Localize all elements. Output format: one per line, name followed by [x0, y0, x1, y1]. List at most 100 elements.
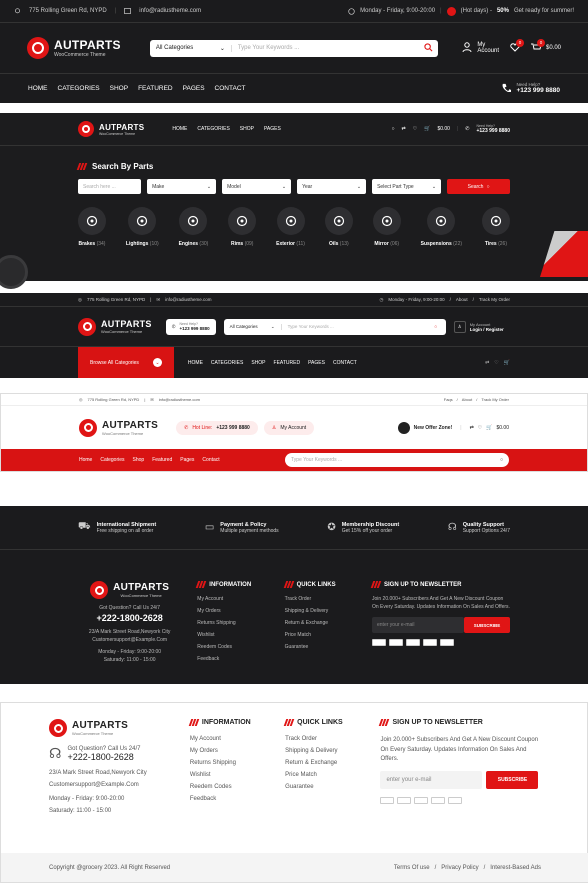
search-input[interactable]: Type Your Keywords ... — [282, 324, 426, 329]
quick-link[interactable]: Shipping & Delivery — [285, 608, 356, 614]
nav-pages[interactable]: PAGES — [264, 126, 281, 132]
search-button[interactable]: ○ — [426, 324, 446, 329]
quick-link[interactable]: Price Match — [285, 632, 356, 638]
about-link[interactable]: About — [462, 397, 472, 402]
search-input[interactable]: Type Your Keywords ... ○ — [285, 453, 509, 467]
quick-link[interactable]: Track Order — [285, 736, 360, 742]
phone-number[interactable]: +123 999 8880 — [516, 87, 560, 94]
nav-categories[interactable]: CATEGORIES — [58, 85, 100, 92]
cart-icon[interactable]: 🛒 — [504, 360, 510, 366]
faqs-link[interactable]: Faqs — [444, 397, 453, 402]
make-select[interactable]: Make ⌄ — [147, 179, 217, 194]
logo[interactable]: AUTPARTS WooCommerce Theme — [78, 317, 152, 336]
track-order-link[interactable]: Track My Order — [479, 297, 510, 302]
privacy-link[interactable]: Privacy Policy — [441, 865, 478, 871]
info-link[interactable]: Feedback — [197, 656, 268, 662]
quick-link[interactable]: Return & Exchange — [285, 620, 356, 626]
nav-pages[interactable]: PAGES — [308, 360, 325, 366]
year-select[interactable]: Year ⌄ — [297, 179, 367, 194]
logo[interactable]: AUTPARTS WooCommerce Theme — [49, 719, 170, 737]
logo[interactable]: AUTPARTS WooCommerce Theme — [27, 37, 121, 59]
newsletter-email-input[interactable]: enter your e-mail — [372, 617, 464, 633]
nav-categories[interactable]: Categories — [100, 457, 124, 463]
wishlist-icon[interactable]: 0 — [510, 38, 524, 54]
nav-featured[interactable]: FEATURED — [274, 360, 301, 366]
nav-home[interactable]: HOME — [188, 360, 203, 366]
offer-zone-link[interactable]: New Offer Zone! — [414, 425, 453, 431]
terms-link[interactable]: Terms Of use — [394, 865, 430, 871]
part-type-select[interactable]: Select Part Type ⌄ — [372, 179, 442, 194]
subscribe-button[interactable]: SUBSCRIBE — [486, 770, 539, 789]
email-link[interactable]: Customersupport@Example.Com — [49, 782, 170, 788]
info-link[interactable]: Wishlist — [197, 632, 268, 638]
subscribe-button[interactable]: SUBSCRIBE — [464, 617, 510, 633]
nav-featured[interactable]: Featured — [152, 457, 172, 463]
newsletter-email-input[interactable]: enter your e-mail — [380, 770, 483, 789]
category-select[interactable]: All Categories ⌄ — [224, 323, 282, 330]
help-box[interactable]: ✆ Need Help? +123 999 8880 — [165, 318, 216, 335]
parts-search-button[interactable]: Search ○ — [447, 179, 511, 194]
nav-pages[interactable]: PAGES — [183, 85, 205, 92]
compare-icon[interactable]: ⇄ — [470, 425, 474, 431]
phone-number[interactable]: +123 999 8880 — [476, 128, 510, 134]
nav-shop[interactable]: SHOP — [251, 360, 265, 366]
model-select[interactable]: Model ⌄ — [222, 179, 292, 194]
quick-link[interactable]: Return & Exchange — [285, 760, 360, 766]
category-item[interactable]: Tires (26) — [481, 207, 510, 247]
account-pill[interactable]: ♙ My Account — [263, 420, 315, 435]
info-link[interactable]: Feedback — [190, 796, 265, 802]
info-link[interactable]: My Orders — [190, 748, 265, 754]
footer-phone[interactable]: +222-1800-2628 — [67, 752, 140, 762]
category-item[interactable]: Exterior (11) — [276, 207, 305, 247]
cart-icon[interactable]: 0 — [530, 38, 545, 54]
parts-search-input[interactable]: Search here ... — [78, 179, 142, 194]
interest-ads-link[interactable]: Interest-Based Ads — [490, 865, 541, 871]
info-link[interactable]: My Orders — [197, 608, 268, 614]
search-input[interactable]: Type Your Keywords ... — [232, 45, 418, 51]
nav-home[interactable]: HOME — [28, 85, 48, 92]
search-icon[interactable]: ○ — [392, 126, 395, 132]
user-icon[interactable]: ♙ — [453, 320, 466, 333]
browse-categories-button[interactable]: Browse All Categories ⌄ — [78, 347, 174, 378]
nav-contact[interactable]: CONTACT — [333, 360, 357, 366]
nav-contact[interactable]: CONTACT — [215, 85, 246, 92]
email-link[interactable]: info@radiustheme.com — [159, 397, 200, 402]
category-item[interactable]: Oils (13) — [324, 207, 353, 247]
nav-shop[interactable]: SHOP — [240, 126, 254, 132]
category-item[interactable]: Engines (30) — [179, 207, 208, 247]
quick-link[interactable]: Price Match — [285, 772, 360, 778]
info-link[interactable]: Reedem Codes — [197, 644, 268, 650]
about-link[interactable]: About — [456, 297, 468, 302]
nav-pages[interactable]: Pages — [180, 457, 194, 463]
email-link[interactable]: Customersupport@Example.Com — [78, 637, 181, 643]
quick-link[interactable]: Guarantee — [285, 784, 360, 790]
nav-featured[interactable]: FEATURED — [138, 85, 173, 92]
email-link[interactable]: info@radiustheme.com — [165, 297, 211, 302]
nav-home[interactable]: Home — [79, 457, 92, 463]
hotline-pill[interactable]: ✆ Hot Line: +123 999 8880 — [176, 420, 258, 435]
search-button[interactable] — [418, 42, 438, 54]
compare-icon[interactable]: ⇄ — [402, 126, 406, 132]
wishlist-icon[interactable]: ♡ — [478, 425, 482, 431]
category-item[interactable]: Rims (09) — [228, 207, 257, 247]
nav-categories[interactable]: CATEGORIES — [211, 360, 243, 366]
info-link[interactable]: Returns Shipping — [190, 760, 265, 766]
track-order-link[interactable]: Track My Order — [481, 397, 509, 402]
email-link[interactable]: info@radiustheme.com — [139, 8, 201, 14]
account-link[interactable]: My Account — [477, 42, 499, 54]
nav-shop[interactable]: SHOP — [110, 85, 128, 92]
info-link[interactable]: My Account — [197, 596, 268, 602]
footer-phone[interactable]: +222-1800-2628 — [78, 613, 181, 623]
nav-shop[interactable]: Shop — [133, 457, 145, 463]
logo[interactable]: AUTPARTS WooCommerce Theme — [78, 581, 181, 599]
nav-categories[interactable]: CATEGORIES — [197, 126, 229, 132]
category-select[interactable]: All Categories ⌄ — [150, 44, 232, 52]
login-register-link[interactable]: Login / Register — [470, 327, 504, 332]
quick-link[interactable]: Track Order — [285, 596, 356, 602]
nav-contact[interactable]: Contact — [202, 457, 219, 463]
category-item[interactable]: Lightings (10) — [126, 207, 159, 247]
cart-icon[interactable]: 🛒 — [424, 126, 430, 132]
category-item[interactable]: Mirror (06) — [372, 207, 401, 247]
nav-home[interactable]: HOME — [172, 126, 187, 132]
logo[interactable]: AUTPARTS WooCommerce Theme — [78, 121, 144, 137]
